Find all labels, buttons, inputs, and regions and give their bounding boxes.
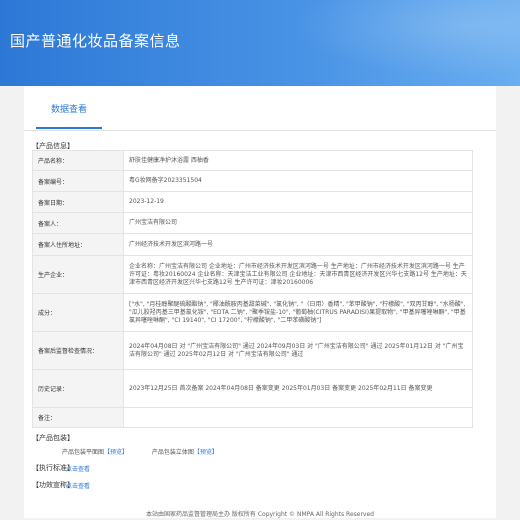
header-banner: 国产普通化妆品备案信息 [0, 0, 520, 86]
row-value: 2023年12月25日 首次备案 2024年04月08日 备案变更 2025年0… [123, 369, 473, 408]
table-row: 备案编号： 粤G妆网备字2023351504 [32, 170, 473, 192]
row-key: 备注： [32, 407, 124, 428]
table-row: 历史记录： 2023年12月25日 首次备案 2024年04月08日 备案变更 … [32, 369, 473, 408]
packaging-images-row: 产品包装平面图【预览】 产品包装立体图【预览】 [62, 447, 218, 456]
row-value: 广州经济技术开发区滨河路一号 [123, 233, 473, 256]
row-value: 2024年04月08日 对 "广州宝洁有限公司" 通过 2024年09月03日 … [123, 331, 473, 370]
footer-copyright: 本站由国家药品监督管理局主办 版权所有 Copyright © NMPA All… [146, 511, 374, 518]
row-key: 备案人： [32, 212, 124, 234]
table-row: 备注： [32, 407, 473, 428]
table-row: 产品名称： 舒肤佳健康净护沐浴露 西柚香 [32, 150, 473, 171]
table-row: 备案日期： 2023-12-19 [32, 191, 473, 213]
row-key: 生产企业： [32, 255, 124, 294]
content-panel: 数据查看 【产品信息】 产品名称： 舒肤佳健康净护沐浴露 西柚香 备案编号： 粤… [24, 86, 496, 518]
row-key: 备案人住所地址： [32, 233, 124, 256]
flat-image-label: 产品包装平面图 [62, 449, 105, 456]
table-row: 成分： ["水", "月桂醇聚醚硫酸酯钠", "椰油酰胺丙基甜菜碱", "氯化钠… [32, 293, 473, 332]
row-value: 企业名称：广州宝洁有限公司 企业地址：广州市经济技术开发区滨河路一号 生产地址：… [123, 255, 473, 294]
table-row: 备案后监督检查情况： 2024年04月08日 对 "广州宝洁有限公司" 通过 2… [32, 331, 473, 370]
table-row: 备案人： 广州宝洁有限公司 [32, 212, 473, 234]
row-value: 广州宝洁有限公司 [123, 212, 473, 234]
product-info-table: 产品名称： 舒肤佳健康净护沐浴露 西柚香 备案编号： 粤G妆网备字2023351… [32, 150, 473, 428]
page-title: 国产普通化妆品备案信息 [10, 32, 181, 50]
row-key: 产品名称： [32, 150, 124, 171]
solid-image-preview-link[interactable]: 【预览】 [194, 449, 218, 456]
row-key: 备案日期： [32, 191, 124, 213]
row-value: 粤G妆网备字2023351504 [123, 170, 473, 192]
tab-bar: 数据查看 [24, 86, 496, 131]
table-row: 备案人住所地址： 广州经济技术开发区滨河路一号 [32, 233, 473, 256]
table-row: 生产企业： 企业名称：广州宝洁有限公司 企业地址：广州市经济技术开发区滨河路一号… [32, 255, 473, 294]
row-key: 成分： [32, 293, 124, 332]
tab-data-view[interactable]: 数据查看 [36, 104, 102, 129]
packaging-section-label: 【产品包装】 [32, 434, 74, 442]
row-key: 备案编号： [32, 170, 124, 192]
row-value: ["水", "月桂醇聚醚硫酸酯钠", "椰油酰胺丙基甜菜碱", "氯化钠", "… [123, 293, 473, 332]
efficacy-view-link[interactable]: 点击查看 [66, 481, 90, 490]
row-value: 舒肤佳健康净护沐浴露 西柚香 [123, 150, 473, 171]
row-key: 备案后监督检查情况： [32, 331, 124, 370]
standard-view-link[interactable]: 点击查看 [66, 464, 90, 473]
flat-image-preview-link[interactable]: 【预览】 [104, 449, 128, 456]
row-key: 历史记录： [32, 369, 124, 408]
banner-decoration [260, 0, 520, 86]
solid-image-label: 产品包装立体图 [151, 449, 194, 456]
row-value [123, 407, 473, 428]
row-value: 2023-12-19 [123, 191, 473, 213]
